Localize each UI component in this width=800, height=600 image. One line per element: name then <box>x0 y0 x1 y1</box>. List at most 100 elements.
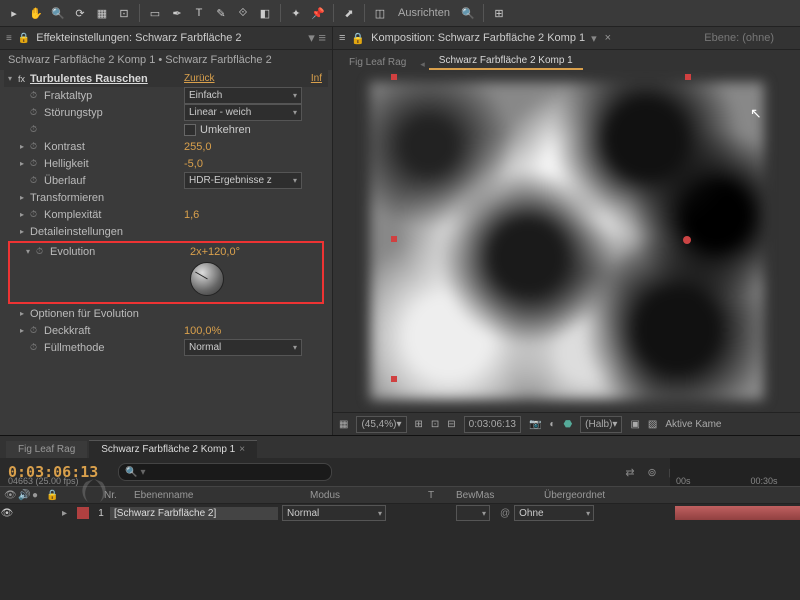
stopwatch-icon[interactable]: ⏱ <box>30 107 44 118</box>
umkehren-checkbox[interactable]: Umkehren <box>184 124 251 136</box>
timeline-tab-2[interactable]: Schwarz Farbfläche 2 Komp 1× <box>89 440 257 458</box>
lock-icon[interactable]: 🔒 <box>351 32 365 45</box>
viewer-title-dropdown-icon[interactable]: ▾ <box>591 32 597 45</box>
color-icon[interactable]: ⬣ <box>563 419 572 430</box>
pin-tool[interactable]: 📌 <box>308 3 328 23</box>
col-parent: Übergeordnet <box>540 490 648 501</box>
col-modus: Modus <box>306 490 424 501</box>
stopwatch-icon[interactable]: ⏱ <box>30 158 44 169</box>
stopwatch-icon[interactable]: ⏱ <box>30 342 44 353</box>
transparency-icon[interactable]: ▨ <box>648 419 657 430</box>
region-icon[interactable]: ▣ <box>630 419 639 430</box>
brush-tool[interactable]: ✎ <box>211 3 231 23</box>
handle[interactable] <box>391 236 397 242</box>
viewer-icon[interactable]: ⊟ <box>447 419 455 430</box>
evolution-value[interactable]: 2x+120,0° <box>190 246 240 258</box>
stopwatch-icon[interactable]: ⏱ <box>30 124 44 135</box>
viewer-icon[interactable]: ⊞ <box>415 419 423 430</box>
fps-label: 04663 (25.00 fps) <box>8 476 79 486</box>
local-axis-icon[interactable]: ⬈ <box>339 3 359 23</box>
rotate-tool[interactable]: ⟳ <box>70 3 90 23</box>
time-ruler[interactable]: 00s 00:30s <box>670 458 800 486</box>
stamp-tool[interactable]: ⟐ <box>233 3 253 23</box>
puppet-tool[interactable]: ✦ <box>286 3 306 23</box>
timeline-panel: Fig Leaf Rag Schwarz Farbfläche 2 Komp 1… <box>0 435 800 522</box>
zoom-tool[interactable]: 🔍 <box>48 3 68 23</box>
info-link[interactable]: Inf <box>311 73 322 84</box>
stopwatch-icon[interactable]: ⏱ <box>30 175 44 186</box>
hand-tool[interactable]: ✋ <box>26 3 46 23</box>
reset-link[interactable]: Zurück <box>184 73 215 84</box>
panel-dropdown-icon[interactable]: ▾ ≡ <box>308 30 326 46</box>
deckkraft-value[interactable]: 100,0% <box>184 325 221 337</box>
type-tool[interactable]: T <box>189 3 209 23</box>
tl-icon[interactable]: ⊚ <box>644 466 660 479</box>
tl-icon[interactable]: ⇄ <box>622 466 638 479</box>
handle[interactable] <box>391 376 397 382</box>
search-icon[interactable]: 🔍 <box>458 3 478 23</box>
tab-figleaf[interactable]: Fig Leaf Rag <box>339 55 416 70</box>
panel-menu-icon[interactable]: ≡ <box>339 32 345 44</box>
current-time[interactable]: 0:03:06:13 <box>464 416 521 433</box>
fullmethode-dropdown[interactable]: Normal <box>184 339 302 356</box>
prop-evo-options[interactable]: ▸Optionen für Evolution <box>4 305 328 322</box>
grid-icon[interactable]: ▦ <box>339 419 348 430</box>
lock-icon[interactable]: 🔒 <box>18 33 30 44</box>
stopwatch-icon[interactable]: ⏱ <box>36 246 50 257</box>
channel-icon[interactable]: ◐ <box>549 419 555 430</box>
snap-icon[interactable]: ◫ <box>370 3 390 23</box>
shape-tool[interactable]: ▭ <box>145 3 165 23</box>
fraktaltyp-dropdown[interactable]: Einfach <box>184 87 302 104</box>
anchor-point[interactable] <box>683 236 691 244</box>
prop-detail[interactable]: ▸Detaileinstellungen <box>4 223 328 240</box>
handle[interactable] <box>391 74 397 80</box>
resolution[interactable]: (Halb) ▾ <box>580 416 622 433</box>
layer-bar[interactable] <box>675 506 800 520</box>
trackmatte-dropdown[interactable] <box>456 505 490 521</box>
stopwatch-icon[interactable]: ⏱ <box>30 209 44 220</box>
close-icon[interactable]: × <box>239 444 245 455</box>
layer-row[interactable]: 👁 ▸ 1 [Schwarz Farbfläche 2] Normal @ Oh… <box>0 504 800 522</box>
tool-toolbar: ▸ ✋ 🔍 ⟳ ▦ ⊡ ▭ ✒ T ✎ ⟐ ◧ ✦ 📌 ⬈ ◫ Ausricht… <box>0 0 800 27</box>
workspace-icon[interactable]: ⊞ <box>489 3 509 23</box>
stopwatch-icon[interactable]: ⏱ <box>30 90 44 101</box>
effect-header[interactable]: ▾ fx Turbulentes Rauschen Zurück Inf <box>4 70 328 87</box>
prop-fullmethode: ⏱FüllmethodeNormal <box>4 339 328 356</box>
parent-dropdown[interactable]: Ohne <box>514 505 594 521</box>
prop-transformieren[interactable]: ▸Transformieren <box>4 189 328 206</box>
pickwhip-icon[interactable]: @ <box>500 508 510 519</box>
panel-menu-icon[interactable]: ≡ <box>6 33 12 44</box>
selection-tool[interactable]: ▸ <box>4 3 24 23</box>
magnification[interactable]: (45,4%) ▾ <box>356 416 406 433</box>
pen-tool[interactable]: ✒ <box>167 3 187 23</box>
speaker-icon[interactable]: 🔊 <box>18 490 32 501</box>
timeline-tab-1[interactable]: Fig Leaf Rag <box>6 441 87 458</box>
visibility-toggle[interactable]: 👁 <box>0 508 14 519</box>
kontrast-value[interactable]: 255,0 <box>184 141 212 153</box>
evolution-dial[interactable] <box>190 262 224 296</box>
canvas[interactable] <box>333 70 800 412</box>
handle[interactable] <box>685 74 691 80</box>
stopwatch-icon[interactable]: ⏱ <box>30 325 44 336</box>
tab-comp[interactable]: Schwarz Farbfläche 2 Komp 1 <box>429 53 583 70</box>
storungstyp-dropdown[interactable]: Linear - weich <box>184 104 302 121</box>
snapshot-icon[interactable]: 📷 <box>529 419 541 430</box>
komplexitat-value[interactable]: 1,6 <box>184 209 199 221</box>
uberlauf-dropdown[interactable]: HDR-Ergebnisse z <box>184 172 302 189</box>
helligkeit-value[interactable]: -5,0 <box>184 158 203 170</box>
layer-name[interactable]: [Schwarz Farbfläche 2] <box>110 507 278 520</box>
blend-mode-dropdown[interactable]: Normal <box>282 505 386 521</box>
close-icon[interactable]: × <box>605 32 611 44</box>
eraser-tool[interactable]: ◧ <box>255 3 275 23</box>
panel-header: ≡ 🔒 Effekteinstellungen: Schwarz Farbflä… <box>0 27 332 50</box>
viewer-icon[interactable]: ⊡ <box>431 419 439 430</box>
preview-image <box>370 82 764 400</box>
search-input[interactable]: 🔍 ▾ <box>118 463 332 481</box>
camera-tool[interactable]: ▦ <box>92 3 112 23</box>
eye-icon[interactable]: 👁 <box>4 490 18 501</box>
anchor-tool[interactable]: ⊡ <box>114 3 134 23</box>
viewer-footer: ▦ (45,4%) ▾ ⊞ ⊡ ⊟ 0:03:06:13 📷 ◐ ⬣ (Halb… <box>333 412 800 435</box>
stopwatch-icon[interactable]: ⏱ <box>30 141 44 152</box>
camera-label[interactable]: Aktive Kame <box>665 419 721 430</box>
prop-helligkeit: ▸⏱Helligkeit-5,0 <box>4 155 328 172</box>
